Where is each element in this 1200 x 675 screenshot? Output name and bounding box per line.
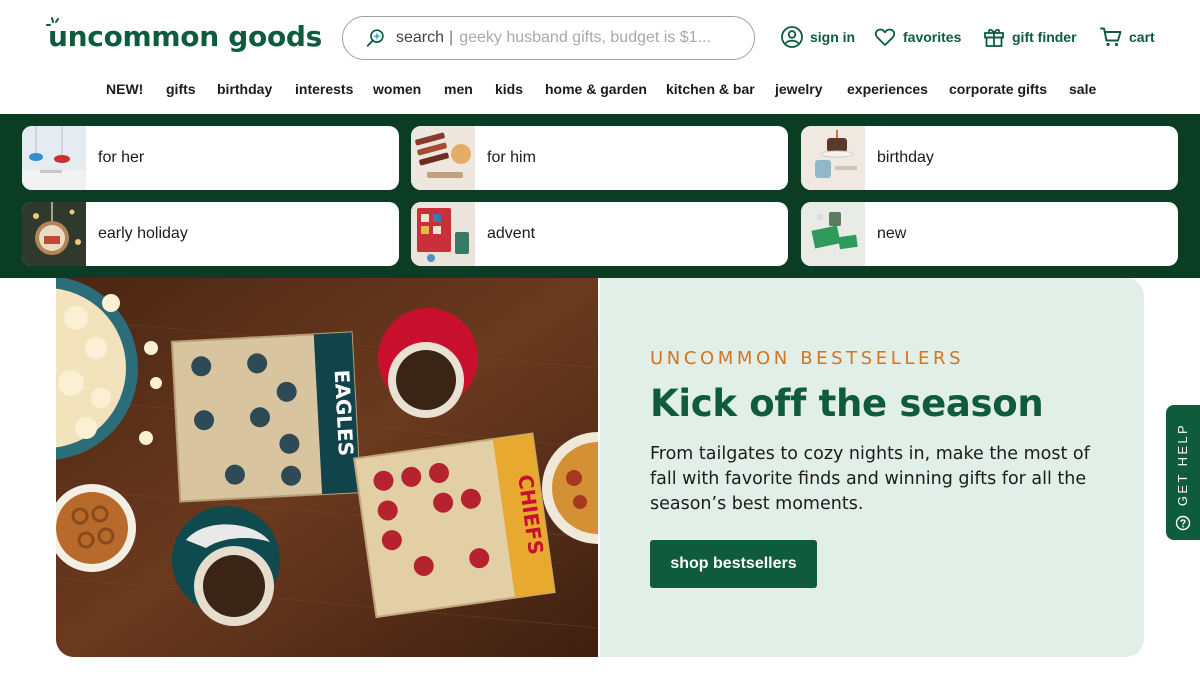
- sign-in-label: sign in: [810, 29, 856, 45]
- category-card-for-her[interactable]: for her: [22, 126, 399, 190]
- nav-item-experiences[interactable]: experiences: [847, 81, 928, 97]
- sparkle-search-icon: [366, 29, 384, 47]
- hero-banner: EAGLES CHIEFS UNCOMMON BESTSELLERS Kick …: [56, 278, 1144, 657]
- user-circle-icon: [781, 26, 803, 48]
- site-header: uncommon goods search | sign in favorite…: [0, 0, 1200, 70]
- category-thumb-for-her: [22, 126, 86, 190]
- hero-eyebrow: UNCOMMON BESTSELLERS: [650, 348, 965, 369]
- main-nav: NEW! gifts birthday interests women men …: [0, 70, 1200, 114]
- category-thumb-advent: [411, 202, 475, 266]
- help-question-icon: [1175, 515, 1191, 531]
- get-help-tab[interactable]: GET HELP: [1166, 405, 1200, 540]
- search-separator: |: [449, 29, 454, 46]
- cart-icon: [1100, 27, 1122, 47]
- cart-link[interactable]: cart: [1099, 24, 1155, 50]
- get-help-label: GET HELP: [1175, 422, 1191, 506]
- gift-icon: [984, 28, 1004, 47]
- category-card-birthday[interactable]: birthday: [801, 126, 1178, 190]
- category-thumb-early-holiday: [22, 202, 86, 266]
- nav-item-gifts[interactable]: gifts: [166, 81, 196, 97]
- eagles-board-label: EAGLES: [330, 369, 358, 457]
- nav-item-sale[interactable]: sale: [1069, 81, 1096, 97]
- category-thumb-new: [801, 202, 865, 266]
- category-label: advent: [487, 225, 536, 242]
- favorites-label: favorites: [903, 29, 962, 45]
- nav-item-kids[interactable]: kids: [495, 81, 523, 97]
- get-help-label-wrap: GET HELP: [1170, 415, 1196, 513]
- category-thumb-birthday: [801, 126, 865, 190]
- hero-body: From tailgates to cozy nights in, make t…: [650, 444, 1090, 514]
- nav-item-interests[interactable]: interests: [295, 81, 353, 97]
- category-label: for him: [487, 149, 536, 166]
- category-band: for her for him birthday early holiday a…: [0, 114, 1200, 278]
- nav-item-jewelry[interactable]: jewelry: [775, 81, 822, 97]
- hero-headline: Kick off the season: [650, 382, 1044, 425]
- category-card-advent[interactable]: advent: [411, 202, 788, 266]
- nav-item-new[interactable]: NEW!: [106, 81, 143, 97]
- nav-item-kitchen-bar[interactable]: kitchen & bar: [666, 81, 755, 97]
- cart-label: cart: [1129, 29, 1155, 45]
- hero-image-football-bingo[interactable]: EAGLES CHIEFS: [56, 278, 598, 657]
- nav-item-birthday[interactable]: birthday: [217, 81, 272, 97]
- favorites-link[interactable]: favorites: [873, 24, 961, 50]
- sign-in-link[interactable]: sign in: [780, 24, 855, 50]
- category-label: birthday: [877, 149, 934, 166]
- category-label: early holiday: [98, 225, 188, 242]
- nav-item-women[interactable]: women: [373, 81, 421, 97]
- category-thumb-for-him: [411, 126, 475, 190]
- category-label: for her: [98, 149, 145, 166]
- category-label: new: [877, 225, 907, 242]
- shop-bestsellers-button[interactable]: shop bestsellers: [650, 540, 817, 588]
- nav-item-corporate-gifts[interactable]: corporate gifts: [949, 81, 1047, 97]
- search-input[interactable]: [459, 29, 730, 47]
- hero-text-panel: UNCOMMON BESTSELLERS Kick off the season…: [600, 278, 1144, 657]
- category-card-early-holiday[interactable]: early holiday: [22, 202, 399, 266]
- category-card-new[interactable]: new: [801, 202, 1178, 266]
- heart-icon: [874, 28, 896, 46]
- gift-finder-link[interactable]: gift finder: [982, 24, 1077, 50]
- category-card-for-him[interactable]: for him: [411, 126, 788, 190]
- search-label: search: [396, 29, 445, 46]
- gift-finder-label: gift finder: [1012, 29, 1077, 45]
- site-logo[interactable]: uncommon goods: [48, 20, 322, 53]
- nav-item-home-garden[interactable]: home & garden: [545, 81, 647, 97]
- search-bar[interactable]: search |: [342, 16, 755, 60]
- nav-item-men[interactable]: men: [444, 81, 473, 97]
